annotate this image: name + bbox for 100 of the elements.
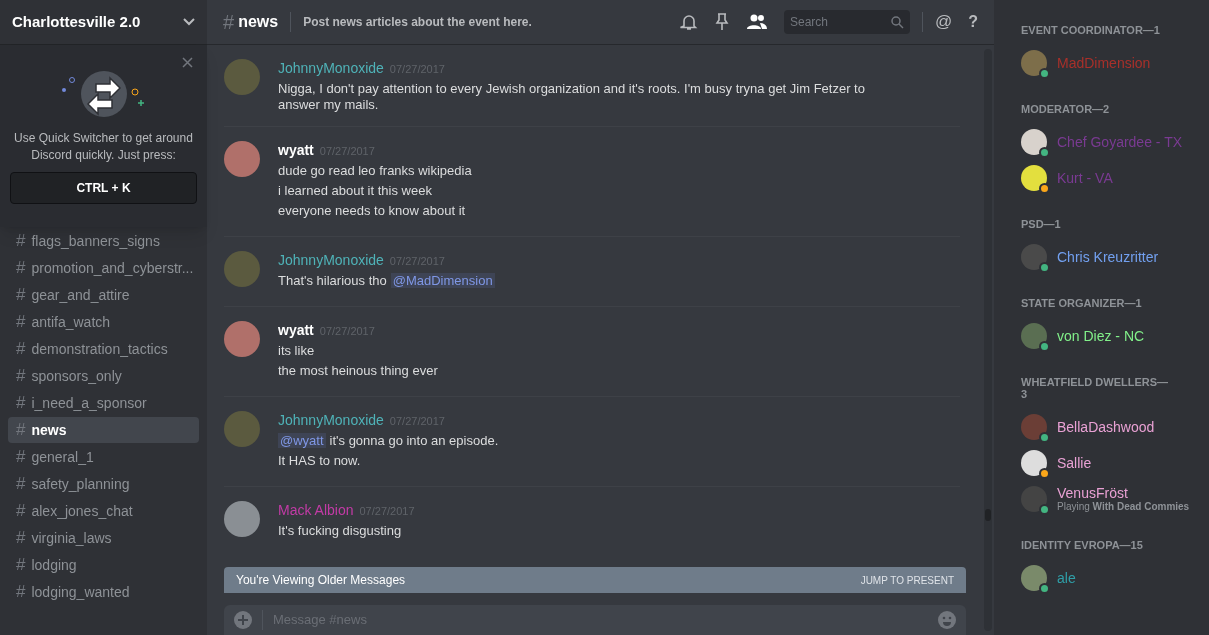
channel-name: news: [31, 420, 67, 440]
member-name[interactable]: BellaDashwood: [1057, 419, 1155, 435]
member-avatar[interactable]: [1021, 50, 1047, 76]
server-name: Charlottesville 2.0: [12, 11, 141, 32]
message-text: the most heinous thing ever: [278, 363, 438, 378]
member-name[interactable]: VenusFröst: [1057, 485, 1190, 501]
search-input[interactable]: Search: [789, 13, 891, 31]
message-text: its like: [278, 343, 315, 358]
message-text: it's gonna go into an episode.: [329, 433, 499, 448]
message-author[interactable]: JohnnyMonoxide: [278, 58, 384, 79]
channel-name: sponsors_only: [31, 366, 122, 386]
channel-hash: #: [16, 338, 26, 361]
quick-switcher-hint: Use Quick Switcher to get around Discord quickly. Just press:: [13, 130, 194, 164]
channel-item[interactable]: # flags_banners_signs: [8, 228, 199, 254]
channel-item[interactable]: # sponsors_only: [8, 363, 199, 389]
channel-item[interactable]: # i_need_a_sponsor: [8, 390, 199, 416]
member-avatar[interactable]: [1021, 565, 1047, 591]
message-text: i learned about it this week: [278, 183, 432, 198]
message-author[interactable]: Mack Albion: [278, 500, 354, 521]
member-avatar[interactable]: [1021, 486, 1047, 512]
role-heading: MODERATOR—2: [1021, 103, 1111, 115]
channel-item[interactable]: # demonstration_tactics: [8, 336, 199, 362]
member-avatar[interactable]: [1021, 323, 1047, 349]
member-avatar[interactable]: [1021, 165, 1047, 191]
channel-name: safety_planning: [31, 474, 130, 494]
channel-item[interactable]: # promotion_and_cyberstr...: [8, 255, 199, 281]
search-field[interactable]: Search: [783, 10, 910, 34]
member-avatar[interactable]: [1021, 414, 1047, 440]
channel-item[interactable]: # lodging: [8, 552, 199, 578]
member-avatar[interactable]: [1021, 129, 1047, 155]
message-author[interactable]: wyatt: [278, 140, 314, 161]
channel-name: antifa_watch: [31, 312, 111, 332]
chevron-down-icon: [183, 18, 195, 26]
channel-topic: Post news articles about the event here.: [303, 14, 533, 31]
member-name[interactable]: ale: [1057, 570, 1076, 586]
bell-icon[interactable]: [679, 13, 698, 31]
channel-item[interactable]: # general_1: [8, 444, 199, 470]
user-avatar[interactable]: [224, 321, 260, 357]
member-avatar[interactable]: [1021, 244, 1047, 270]
role-heading: WHEATFIELD DWELLERS—3: [1021, 376, 1170, 400]
member-activity: Playing With Dead Commies: [1057, 501, 1190, 513]
shortcut-key: CTRL + K: [10, 172, 197, 204]
member-name[interactable]: Chris Kreuzritter: [1057, 249, 1159, 265]
channel-item[interactable]: # antifa_watch: [8, 309, 199, 335]
older-messages-banner[interactable]: You're Viewing Older Messages JUMP TO PRESENT: [224, 567, 966, 593]
message-text: It's fucking disgusting: [278, 523, 402, 538]
message-author[interactable]: JohnnyMonoxide: [278, 250, 384, 271]
member-name[interactable]: von Diez - NC: [1057, 328, 1145, 344]
channel-name: i_need_a_sponsor: [31, 393, 147, 413]
channel-name: lodging: [31, 555, 77, 575]
jump-to-present-link[interactable]: JUMP TO PRESENT: [860, 572, 954, 588]
mentions-button[interactable]: @: [934, 9, 953, 35]
channel-item[interactable]: # lodging_wanted: [8, 579, 199, 605]
channel-item[interactable]: # gear_and_attire: [8, 282, 199, 308]
channel-hash: #: [16, 500, 26, 523]
channel-hash: #: [16, 284, 26, 307]
channel-name: flags_banners_signs: [31, 231, 160, 251]
user-mention[interactable]: @MadDimension: [390, 273, 495, 288]
message-text: dude go read leo franks wikipedia: [278, 163, 472, 178]
channel-item[interactable]: # news: [8, 417, 199, 443]
people-icon[interactable]: [745, 14, 768, 30]
banner-text: You're Viewing Older Messages: [236, 572, 406, 589]
role-heading: IDENTITY EVROPA—15: [1021, 539, 1144, 551]
channel-hash: #: [16, 365, 26, 388]
channel-name: gear_and_attire: [31, 285, 130, 305]
channel-hash: #: [16, 446, 26, 469]
channel-item[interactable]: # safety_planning: [8, 471, 199, 497]
member-avatar[interactable]: [1021, 450, 1047, 476]
channel-title: news: [238, 12, 279, 32]
message-text: It HAS to now.: [278, 453, 361, 468]
message-text: Nigga, I don't pay attention to every Jewish organization and it's roots. I'm busy tryna get Jim Fetzer to answer my mails.: [278, 81, 865, 112]
user-avatar[interactable]: [224, 501, 260, 537]
channel-hash: #: [16, 257, 26, 280]
channel-hash: #: [16, 419, 26, 442]
hash-glyph: #: [223, 10, 235, 35]
scrollbar-track[interactable]: [984, 49, 992, 631]
channel-name: alex_jones_chat: [31, 501, 133, 521]
pin-icon[interactable]: [713, 13, 730, 31]
channel-name: general_1: [31, 447, 94, 467]
message-author[interactable]: JohnnyMonoxide: [278, 410, 384, 431]
channel-hash: #: [16, 473, 26, 496]
role-heading: STATE ORGANIZER—1: [1021, 297, 1143, 309]
scrollbar-thumb[interactable]: [985, 509, 991, 521]
channel-hash: #: [16, 554, 26, 577]
member-name[interactable]: Sallie: [1057, 455, 1092, 471]
channel-hash: #: [16, 230, 26, 253]
channel-hash: #: [16, 392, 26, 415]
role-heading: PSD—1: [1021, 218, 1062, 230]
channel-item[interactable]: # virginia_laws: [8, 525, 199, 551]
message-text: That's hilarious tho: [278, 273, 387, 288]
role-heading: EVENT COORDINATOR—1: [1021, 24, 1161, 36]
close-icon[interactable]: [182, 57, 193, 68]
channel-name: virginia_laws: [31, 528, 112, 548]
help-button[interactable]: ?: [968, 10, 978, 34]
message-author[interactable]: wyatt: [278, 320, 314, 341]
channel-hash: #: [16, 311, 26, 334]
channel-item[interactable]: # alex_jones_chat: [8, 498, 199, 524]
user-mention[interactable]: @wyatt: [278, 433, 326, 448]
search-icon: [890, 15, 904, 29]
user-avatar[interactable]: [224, 141, 260, 177]
